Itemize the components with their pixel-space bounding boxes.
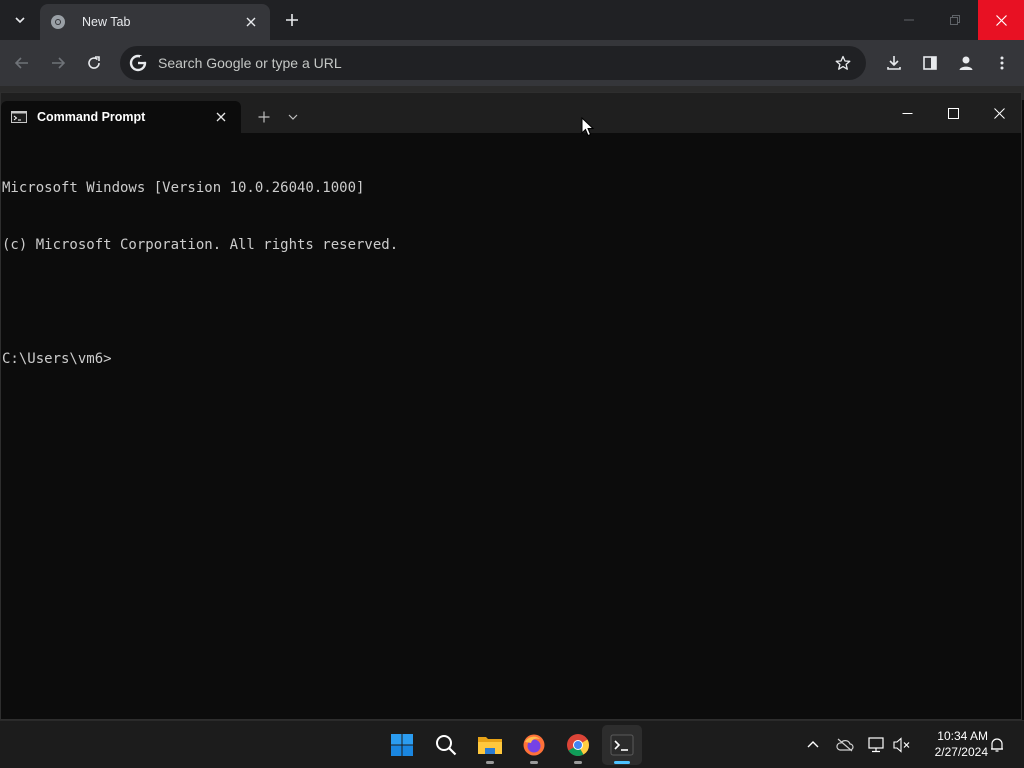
maximize-icon (947, 107, 959, 119)
volume-muted-icon (893, 737, 910, 753)
plus-icon (286, 14, 298, 26)
start-button[interactable] (382, 725, 422, 765)
minimize-icon (902, 112, 912, 114)
close-icon (246, 17, 256, 27)
plus-icon (258, 111, 270, 123)
close-icon (995, 14, 1007, 26)
terminal-output[interactable]: Microsoft Windows [Version 10.0.26040.10… (2, 141, 1018, 717)
chrome-tab-strip: New Tab (0, 0, 1024, 40)
download-icon (887, 56, 901, 70)
forward-button[interactable] (44, 49, 72, 77)
chrome-taskbar-button[interactable] (558, 725, 598, 765)
omnibox (120, 46, 866, 80)
chrome-close-button[interactable] (978, 0, 1024, 40)
firefox-button[interactable] (514, 725, 554, 765)
terminal-minimize-button[interactable] (884, 97, 930, 129)
notifications-button[interactable] (987, 735, 1007, 755)
terminal-titlebar[interactable]: Command Prompt (1, 93, 1021, 133)
onedrive-tray-button[interactable] (835, 735, 855, 755)
active-indicator (614, 761, 630, 764)
running-indicator (486, 761, 494, 764)
taskbar-clock[interactable]: 10:34 AM 2/27/2024 (920, 728, 988, 760)
mouse-pointer-icon (581, 117, 595, 137)
terminal-window: Command Prompt Microsoft Windows [Versio… (0, 92, 1022, 720)
star-icon (835, 55, 851, 70)
cmd-icon (11, 111, 27, 123)
chrome-tab-title: New Tab (82, 15, 131, 29)
chrome-minimize-button[interactable] (886, 0, 932, 40)
terminal-tab-title: Command Prompt (37, 110, 146, 124)
clock-date: 2/27/2024 (934, 745, 988, 759)
terminal-profile-dropdown[interactable] (283, 106, 303, 128)
tab-search-button[interactable] (6, 7, 34, 33)
terminal-prompt: C:\Users\vm6> (2, 351, 112, 367)
chevron-down-icon (15, 17, 25, 24)
reload-icon (88, 56, 100, 69)
downloads-button[interactable] (880, 49, 908, 77)
profile-button[interactable] (952, 49, 980, 77)
folder-icon (478, 737, 502, 754)
network-icon (868, 737, 884, 753)
chrome-new-tab-button[interactable] (280, 8, 304, 32)
terminal-tab-command-prompt[interactable]: Command Prompt (1, 101, 241, 133)
terminal-line: Microsoft Windows [Version 10.0.26040.10… (2, 180, 365, 196)
terminal-new-tab-button[interactable] (253, 106, 275, 128)
chevron-down-icon (288, 114, 298, 120)
chrome-tab-close-button[interactable] (242, 13, 260, 31)
firefox-icon (523, 734, 545, 756)
bell-icon (991, 738, 1003, 752)
side-panel-icon (923, 56, 937, 70)
bookmark-star-button[interactable] (828, 48, 858, 78)
restore-icon (950, 15, 960, 25)
terminal-taskbar-button[interactable] (602, 725, 642, 765)
terminal-close-button[interactable] (976, 97, 1022, 129)
back-button[interactable] (8, 49, 36, 77)
arrow-right-icon (52, 57, 66, 69)
side-panel-button[interactable] (916, 49, 944, 77)
network-tray-button[interactable] (867, 735, 887, 755)
chrome-restore-button[interactable] (932, 0, 978, 40)
cloud-offline-icon (836, 738, 854, 752)
profile-icon (959, 56, 973, 70)
chrome-menu-button[interactable] (988, 49, 1016, 77)
terminal-icon (610, 734, 634, 756)
minimize-icon (904, 19, 914, 21)
taskbar-search-button[interactable] (426, 725, 466, 765)
volume-tray-button[interactable] (892, 735, 912, 755)
chrome-favicon-icon (51, 15, 65, 29)
taskbar (0, 720, 1024, 768)
close-icon (993, 107, 1005, 119)
running-indicator (574, 761, 582, 764)
arrow-left-icon (14, 57, 28, 69)
close-icon (216, 112, 226, 122)
omnibox-input[interactable] (158, 55, 828, 71)
search-icon (436, 735, 457, 756)
clock-time: 10:34 AM (937, 729, 988, 743)
kebab-menu-icon (1000, 56, 1004, 70)
google-g-icon (129, 54, 147, 72)
chrome-tab-new-tab[interactable]: New Tab (40, 4, 270, 40)
file-explorer-button[interactable] (470, 725, 510, 765)
terminal-tab-close-button[interactable] (211, 107, 231, 127)
show-hidden-icons-button[interactable] (803, 735, 823, 755)
windows-logo-icon (391, 734, 413, 756)
chrome-toolbar (0, 40, 1024, 86)
running-indicator (530, 761, 538, 764)
chrome-icon (567, 734, 589, 756)
terminal-maximize-button[interactable] (930, 97, 976, 129)
terminal-line: (c) Microsoft Corporation. All rights re… (2, 237, 399, 253)
chevron-up-icon (807, 741, 819, 748)
reload-button[interactable] (80, 49, 108, 77)
